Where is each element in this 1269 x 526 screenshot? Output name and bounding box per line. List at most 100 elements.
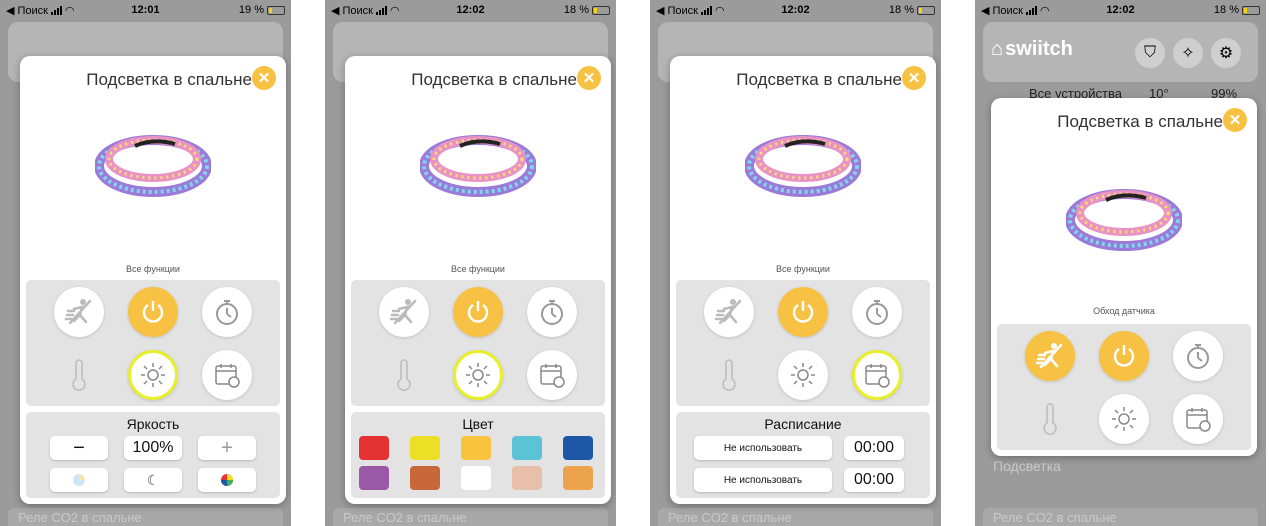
back-to-search-link[interactable]: ◀ Поиск [6,4,48,17]
brightness-button[interactable] [128,350,178,400]
schedule-panel: Расписание Не использовать 00:00 Не испо… [676,412,930,498]
list-item-label[interactable]: Подсветка [993,458,1061,474]
timer-button[interactable] [852,287,902,337]
signal-icon [701,5,712,15]
magic-wand-icon[interactable]: ✧ [1173,38,1203,68]
function-grid [351,280,605,406]
list-item-bg: Реле CO2 в спальне [8,508,283,526]
color-swatch-peach[interactable] [512,466,542,490]
color-swatch-red[interactable] [359,436,389,460]
color-swatch-cyan[interactable] [512,436,542,460]
temperature-button[interactable] [1025,394,1075,444]
close-icon[interactable]: ✕ [252,66,276,90]
timer-button[interactable] [1173,331,1223,381]
modal-title: Подсветка в спальне [1057,112,1223,131]
brightness-button[interactable] [453,350,503,400]
mode-caption: Все функции [126,264,180,274]
led-strip-image [745,135,861,197]
back-to-search-link[interactable]: ◀ Поиск [331,4,373,17]
schedule-button[interactable] [852,350,902,400]
power-button[interactable] [128,287,178,337]
screen-4: ◀ Поиск ◠ 12:02 18 % ⌂ swiitch ⛉ ✧ ⚙ Все у… [975,0,1266,526]
night-mode-button[interactable]: ☾ [124,468,182,492]
power-button[interactable] [453,287,503,337]
sensor-bypass-button[interactable] [379,287,429,337]
sensor-bypass-button[interactable] [704,287,754,337]
sun-icon [791,363,815,387]
thermometer-icon [1043,403,1057,435]
status-bar: ◀ Поиск ◠ 12:02 18 % [975,0,1266,20]
wifi-icon: ◠ [1040,4,1050,17]
schedule-time-input[interactable]: 00:00 [844,468,904,492]
brightness-panel: Яркость − 100% + ☾ [26,412,280,498]
color-swatch-amber[interactable] [461,436,491,460]
close-icon[interactable]: ✕ [577,66,601,90]
back-to-search-link[interactable]: ◀ Поиск [981,4,1023,17]
moon-icon: ☾ [146,471,160,488]
color-swatch-brown[interactable] [410,466,440,490]
sensor-bypass-button[interactable] [54,287,104,337]
schedule-mode-select[interactable]: Не использовать [694,468,832,492]
running-man-icon [714,299,742,325]
power-button[interactable] [778,287,828,337]
temperature-button[interactable] [704,350,754,400]
screen-1: ◀ Поиск ◠ 12:01 19 % Реле CO2 в спальне П… [0,0,291,526]
battery-percent: 19 % [238,4,264,16]
color-swatch-yellow[interactable] [410,436,440,460]
led-strip-image [420,135,536,197]
timer-button[interactable] [202,287,252,337]
thermometer-icon [722,359,736,391]
schedule-mode-select[interactable]: Не использовать [694,436,832,460]
signal-icon [376,5,387,15]
thermometer-icon [397,359,411,391]
close-icon[interactable]: ✕ [902,66,926,90]
schedule-button[interactable] [202,350,252,400]
mode-caption: Обход датчика [1093,306,1155,316]
wifi-icon: ◠ [390,4,400,17]
modal-title: Подсветка в спальне [411,70,577,89]
white-mode-button[interactable] [50,468,108,492]
stopwatch-icon [541,300,563,325]
battery-icon [267,5,285,15]
schedule-button[interactable] [1173,394,1223,444]
running-man-icon [389,299,417,325]
close-icon[interactable]: ✕ [1223,108,1247,132]
signal-icon [51,5,62,15]
mode-caption: Все функции [451,264,505,274]
brightness-plus-button[interactable]: + [198,436,256,460]
battery-percent: 18 % [888,4,914,16]
battery-icon [1242,5,1260,15]
timer-button[interactable] [527,287,577,337]
device-modal: Подсветка в спальне ✕ Обход датчика [991,98,1257,456]
color-swatch-white[interactable] [461,466,491,490]
color-swatch-orange[interactable] [563,466,593,490]
power-button[interactable] [1099,331,1149,381]
thermometer-icon [72,359,86,391]
brightness-minus-button[interactable]: − [50,436,108,460]
temperature-button[interactable] [54,350,104,400]
shield-icon[interactable]: ⛉ [1135,38,1165,68]
status-bar: ◀ Поиск ◠ 12:01 19 % [0,0,291,20]
stopwatch-icon [216,300,238,325]
calendar-clock-icon [215,364,240,388]
device-modal: Подсветка в спальне ✕ Все функции Цвет [345,56,611,504]
color-swatch-blue[interactable] [563,436,593,460]
brightness-button[interactable] [778,350,828,400]
color-swatch-purple[interactable] [359,466,389,490]
rgb-mode-button[interactable] [198,468,256,492]
gear-icon[interactable]: ⚙ [1211,38,1241,68]
mode-caption: Все функции [776,264,830,274]
sun-icon [1112,407,1136,431]
app-logo: ⌂ swiitch [991,38,1073,60]
brightness-button[interactable] [1099,394,1149,444]
back-to-search-link[interactable]: ◀ Поиск [656,4,698,17]
list-item-bg: Реле CO2 в спальне [333,508,608,526]
wifi-icon: ◠ [715,4,725,17]
list-item-bg: Реле CO2 в спальне [658,508,933,526]
battery-icon [592,5,610,15]
schedule-time-input[interactable]: 00:00 [844,436,904,460]
schedule-button[interactable] [527,350,577,400]
battery-percent: 18 % [563,4,589,16]
sensor-bypass-button[interactable] [1025,331,1075,381]
temperature-button[interactable] [379,350,429,400]
